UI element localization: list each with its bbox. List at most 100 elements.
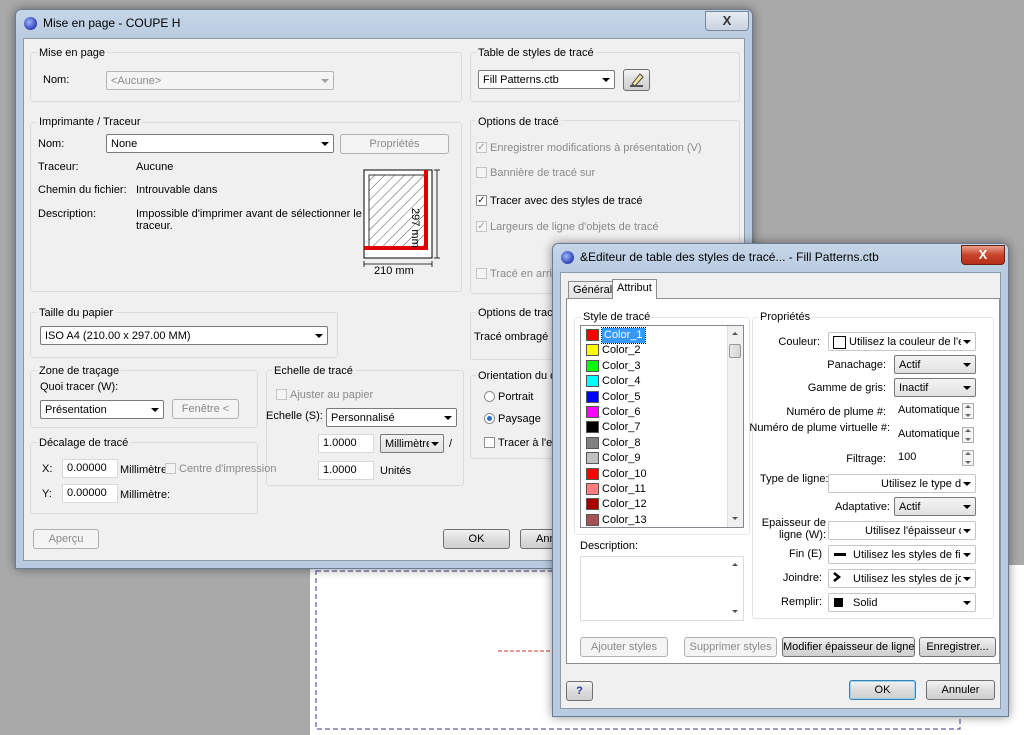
reverse-plot-label: Tracer à l'en	[498, 437, 559, 449]
color-swatch-icon	[586, 375, 599, 388]
scroll-down-icon[interactable]	[728, 605, 743, 620]
style-list-item[interactable]: Color_1	[586, 327, 726, 344]
style-list-item-label: Color_11	[602, 483, 646, 495]
line-end-select[interactable]: Utilisez les styles de fin c	[828, 545, 976, 564]
offset-y-field[interactable]: 0.00000	[62, 484, 118, 503]
grayscale-select[interactable]: Inactif	[894, 378, 976, 397]
portrait-radio[interactable]	[484, 391, 495, 402]
line-join-select[interactable]: Utilisez les styles de jointe	[828, 569, 976, 588]
page-setup-close-button[interactable]: X	[705, 11, 749, 31]
editor-close-button[interactable]: X	[961, 245, 1005, 265]
color-select[interactable]: Utilisez la couleur de l'enti	[828, 332, 976, 351]
screening-field[interactable]: 100	[894, 449, 962, 468]
scale-select[interactable]: Personnalisé	[326, 408, 457, 427]
style-list-item[interactable]: Color_4	[586, 374, 726, 389]
what-to-plot-value: Présentation	[45, 404, 107, 416]
fill-label: Remplir:	[781, 596, 822, 608]
adaptive-select[interactable]: Actif	[894, 497, 976, 516]
pen-number-spinner[interactable]	[962, 403, 974, 419]
opt-lineweights-label: Largeurs de ligne d'objets de tracé	[490, 221, 659, 233]
style-list-item[interactable]: Color_9	[586, 451, 726, 466]
opt-save-changes-checkbox[interactable]: ✓	[476, 142, 487, 153]
what-to-plot-select[interactable]: Présentation	[40, 400, 164, 419]
style-list-item-label: Color_8	[602, 436, 641, 449]
delete-styles-button[interactable]: Supprimer styles	[684, 637, 777, 657]
screening-spinner[interactable]	[962, 450, 974, 466]
offset-x-label: X:	[42, 463, 53, 475]
scale-unit1-select[interactable]: Millimètres	[380, 434, 444, 453]
printer-name-select[interactable]: None	[106, 134, 334, 153]
opt-plot-styles-checkbox[interactable]: ✓	[476, 195, 487, 206]
linetype-select[interactable]: Utilisez le type de	[828, 474, 976, 493]
edit-style-table-button[interactable]	[623, 69, 650, 91]
style-list-item[interactable]: Color_2	[586, 343, 726, 358]
scale-value2-field[interactable]: 1.0000	[318, 461, 374, 480]
center-plot-checkbox[interactable]	[165, 463, 176, 474]
dither-select[interactable]: Actif	[894, 355, 976, 374]
group-plot-options-title: Options de tracé	[476, 115, 561, 129]
scroll-down-icon[interactable]	[728, 512, 743, 527]
style-list-item[interactable]: Color_7	[586, 420, 726, 435]
editor-titlebar[interactable]: &Editeur de table des styles de tracé...…	[553, 244, 1008, 272]
offset-x-field[interactable]: 0.00000	[62, 459, 118, 478]
window-button[interactable]: Fenêtre <	[172, 399, 239, 419]
pen-number-field[interactable]: Automatique	[894, 402, 962, 421]
style-list-item-label: Color_1	[601, 327, 646, 344]
style-list-item[interactable]: Color_5	[586, 390, 726, 405]
page-setup-titlebar[interactable]: Mise en page - COUPE H X	[16, 10, 752, 38]
preview-button[interactable]: Aperçu	[33, 529, 99, 549]
paper-size-select[interactable]: ISO A4 (210.00 x 297.00 MM)	[40, 326, 328, 345]
dither-label: Panachage:	[827, 359, 886, 371]
scale-value1-field[interactable]: 1.0000	[318, 434, 374, 453]
description-textarea[interactable]	[580, 556, 744, 621]
style-list[interactable]: Color_1 Color_2 Color_3 Color_4 Color_5 Color…	[580, 325, 744, 528]
plotter-value: Aucune	[136, 161, 174, 173]
chevron-down-icon	[431, 442, 439, 446]
description-label: Description:	[38, 208, 97, 220]
style-list-item[interactable]: Color_12	[586, 497, 726, 512]
tab-attribut[interactable]: Attribut	[612, 279, 657, 299]
color-swatch-icon	[586, 329, 599, 341]
opt-lineweights-checkbox[interactable]: ✓	[476, 221, 487, 232]
reverse-plot-checkbox[interactable]	[484, 437, 495, 448]
color-label: Couleur:	[778, 336, 820, 348]
style-list-scroll-thumb[interactable]	[729, 344, 741, 358]
style-list-item[interactable]: Color_11	[586, 482, 726, 497]
style-list-item[interactable]: Color_13	[586, 513, 726, 527]
printer-properties-button[interactable]: Propriétés	[340, 134, 449, 154]
chevron-down-icon	[321, 79, 329, 83]
style-table-select[interactable]: Fill Patterns.ctb	[478, 70, 615, 89]
adaptive-label: Adaptative:	[834, 501, 890, 513]
style-list-scrollbar[interactable]	[727, 326, 743, 527]
opt-banner-checkbox[interactable]	[476, 167, 487, 178]
save-as-button[interactable]: Enregistrer...	[919, 637, 996, 657]
fill-select[interactable]: Solid	[828, 593, 976, 612]
page-name-select[interactable]: <Aucune>	[106, 71, 334, 90]
pen-number-label: Numéro de plume #:	[786, 406, 886, 418]
landscape-radio[interactable]	[484, 413, 495, 424]
scroll-up-icon[interactable]	[728, 326, 743, 341]
page-setup-ok-button[interactable]: OK	[443, 529, 510, 549]
editor-ok-button[interactable]: OK	[849, 680, 916, 700]
virtual-pen-spinner[interactable]	[962, 427, 974, 443]
scroll-up-icon[interactable]	[728, 557, 743, 572]
style-list-item-label: Color_9	[602, 452, 641, 465]
style-list-item[interactable]: Color_10	[586, 467, 726, 482]
lineweight-select[interactable]: Utilisez l'épaisseur de	[828, 521, 976, 540]
chevron-down-icon	[963, 553, 971, 557]
add-styles-button[interactable]: Ajouter styles	[580, 637, 668, 657]
line-join-value: Utilisez les styles de jointe	[853, 573, 961, 585]
modify-lineweight-button[interactable]: Modifier épaisseur de ligne	[782, 637, 915, 657]
chevron-down-icon	[444, 416, 452, 420]
description-scrollbar[interactable]	[728, 557, 743, 620]
editor-cancel-button[interactable]: Annuler	[926, 680, 995, 700]
virtual-pen-field[interactable]: Automatique	[894, 426, 962, 445]
fit-to-paper-checkbox[interactable]	[276, 389, 287, 400]
style-list-item[interactable]: Color_8	[586, 436, 726, 451]
style-list-item[interactable]: Color_3	[586, 359, 726, 374]
help-button[interactable]: ?	[566, 681, 593, 701]
color-swatch-icon	[586, 467, 599, 480]
tab-general[interactable]: Général	[568, 281, 618, 299]
opt-background-checkbox[interactable]	[476, 268, 487, 279]
style-list-item[interactable]: Color_6	[586, 405, 726, 420]
